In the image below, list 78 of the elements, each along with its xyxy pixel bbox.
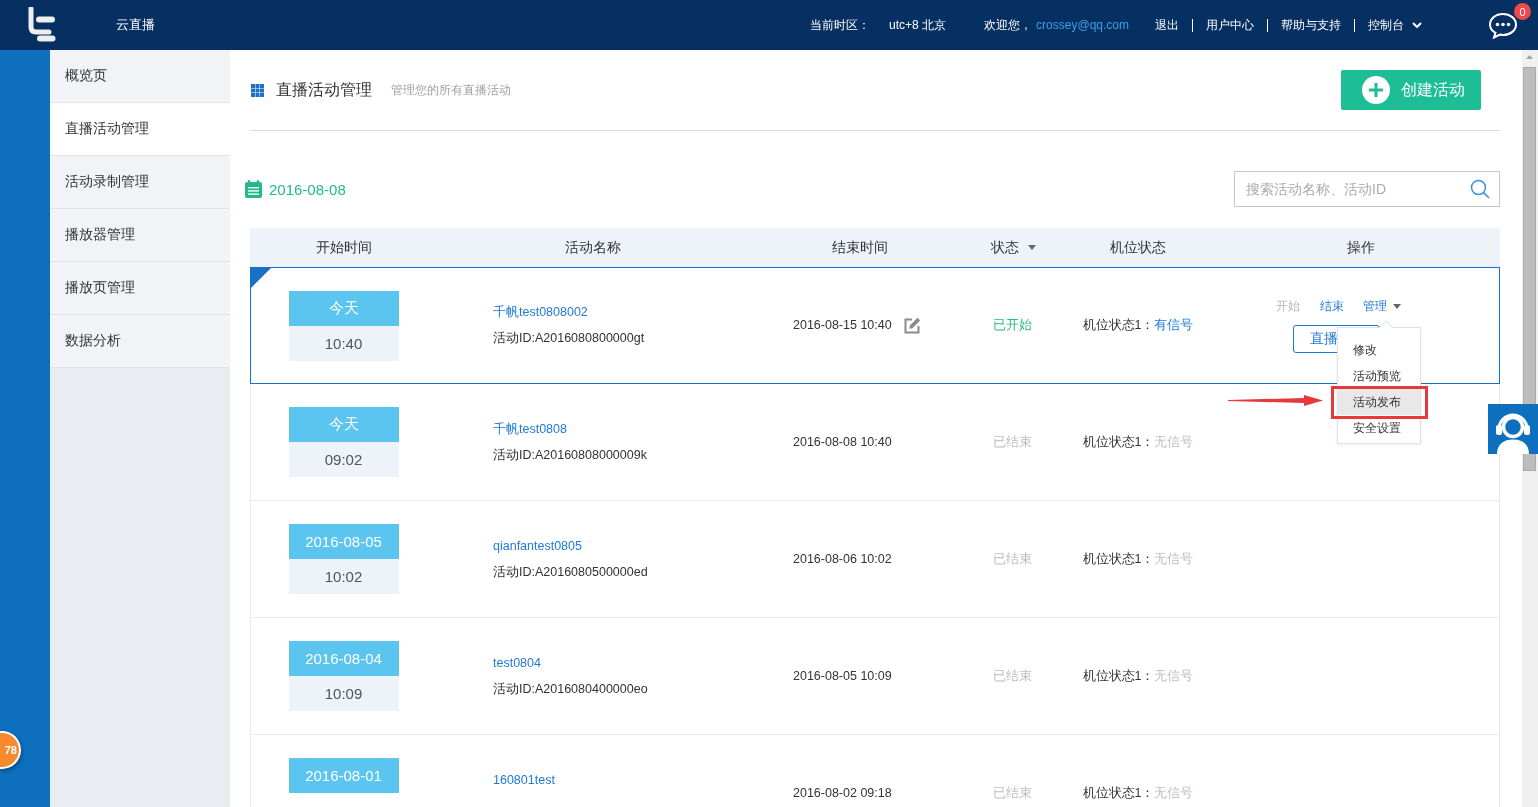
activity-name-link[interactable]: 千帆test0808 bbox=[493, 420, 567, 438]
grid-icon bbox=[251, 83, 264, 97]
nav-link[interactable]: 退出 bbox=[1155, 16, 1179, 34]
column-header: 活动名称 bbox=[565, 238, 621, 257]
activity-name-link[interactable]: 千帆test0808002 bbox=[493, 304, 588, 321]
end-time: 2016-08-05 10:09 bbox=[793, 667, 892, 685]
welcome-text: 欢迎您， bbox=[984, 16, 1033, 34]
nav-link[interactable]: 用户中心 bbox=[1206, 16, 1254, 34]
end-time: 2016-08-06 10:02 bbox=[793, 550, 892, 568]
search-field[interactable]: 搜索活动名称、活动ID bbox=[1234, 171, 1500, 207]
activity-id: 活动ID:A2016080800000gt bbox=[493, 330, 645, 347]
corner-triangle-icon bbox=[251, 268, 271, 288]
end-time: 2016-08-15 10:40 bbox=[793, 317, 892, 334]
column-header: 机位状态 bbox=[1110, 238, 1166, 257]
chat-icon[interactable] bbox=[1488, 11, 1518, 39]
start-time-label: 10:02 bbox=[288, 559, 399, 594]
camera-status: 机位状态1：无信号 bbox=[1082, 667, 1194, 685]
start-time-label: 10:40 bbox=[288, 325, 399, 361]
logo-icon[interactable] bbox=[28, 7, 56, 43]
status-text: 已结束 bbox=[992, 433, 1032, 451]
action-link[interactable]: 结束 bbox=[1320, 298, 1344, 314]
manage-link[interactable]: 管理 bbox=[1363, 298, 1401, 314]
column-header[interactable]: 状态 bbox=[988, 238, 1036, 257]
nav-link[interactable]: 帮助与支持 bbox=[1281, 16, 1341, 34]
status-text: 已结束 bbox=[992, 784, 1032, 802]
start-time-label: 10:09 bbox=[288, 676, 399, 711]
chevron-down-icon bbox=[1412, 22, 1422, 28]
camera-status: 机位状态1：无信号 bbox=[1082, 433, 1194, 451]
page-title: 直播活动管理 bbox=[276, 79, 372, 100]
table-row[interactable]: 2016-08-05 10:02 qianfantest0805 活动ID:A2016080500000ed 2016-08-06 10:02 已结束 机位状态1：无信号 bbox=[250, 501, 1500, 618]
column-header: 开始时间 bbox=[315, 238, 372, 257]
sidebar-item[interactable]: 播放页管理 bbox=[50, 262, 230, 315]
sidebar-item[interactable]: 概览页 bbox=[50, 50, 230, 103]
sidebar-item[interactable]: 播放器管理 bbox=[50, 209, 230, 262]
calendar-icon bbox=[245, 180, 262, 198]
camera-status: 机位状态1：无信号 bbox=[1082, 550, 1194, 568]
edit-icon[interactable] bbox=[902, 316, 921, 335]
start-date-label: 2016-08-05 bbox=[288, 524, 399, 559]
sidebar-item[interactable]: 数据分析 bbox=[50, 315, 230, 368]
console-menu[interactable]: 控制台 bbox=[1368, 16, 1422, 34]
start-date-label: 2016-08-04 bbox=[288, 641, 399, 676]
camera-status: 机位状态1：有信号 bbox=[1082, 317, 1194, 334]
plus-circle-icon bbox=[1362, 76, 1390, 104]
headset-agent-icon[interactable] bbox=[1488, 404, 1538, 454]
timezone-label: 当前时区： bbox=[810, 16, 871, 34]
search-icon[interactable] bbox=[1470, 179, 1490, 199]
end-time: 2016-08-08 10:40 bbox=[793, 433, 892, 451]
menu-item[interactable]: 安全设置 bbox=[1338, 415, 1420, 441]
notification-badge: 0 bbox=[1514, 3, 1531, 20]
activity-name-link[interactable]: 160801test bbox=[493, 771, 555, 789]
caret-icon bbox=[1027, 245, 1036, 250]
camera-status: 机位状态1：无信号 bbox=[1082, 784, 1194, 802]
activity-name-link[interactable]: test0804 bbox=[493, 654, 541, 672]
timezone-value: utc+8 北京 bbox=[889, 16, 947, 34]
caret-icon bbox=[1393, 303, 1401, 309]
start-date-label: 今天 bbox=[288, 407, 399, 442]
status-text: 已结束 bbox=[992, 667, 1032, 685]
column-header: 操作 bbox=[1346, 238, 1375, 257]
sidebar-item[interactable]: 活动录制管理 bbox=[50, 156, 230, 209]
table-row[interactable]: 2016-08-04 10:09 test0804 活动ID:A2016080400000eo 2016-08-05 10:09 已结束 机位状态1：无信号 bbox=[250, 618, 1500, 735]
menu-item[interactable]: 活动发布 bbox=[1338, 389, 1420, 415]
column-header: 结束时间 bbox=[832, 238, 888, 257]
activity-id: 活动ID:A2016080500000ed bbox=[493, 563, 648, 581]
page-subtitle: 管理您的所有直播活动 bbox=[391, 81, 511, 99]
date-heading: 2016-08-08 bbox=[269, 180, 346, 198]
activity-id: 活动ID:A2016080400000eo bbox=[493, 680, 648, 698]
status-text: 已开始 bbox=[992, 317, 1032, 334]
table-row[interactable]: 2016-08-01 160801test 2016-08-02 09:18 已结束 机位状态1：无信号 bbox=[250, 735, 1500, 807]
start-time-label: 09:02 bbox=[288, 442, 399, 477]
end-time: 2016-08-02 09:18 bbox=[793, 784, 892, 802]
activity-name-link[interactable]: qianfantest0805 bbox=[493, 537, 582, 555]
start-date-label: 今天 bbox=[288, 290, 399, 326]
status-text: 已结束 bbox=[992, 550, 1032, 568]
start-date-label: 2016-08-01 bbox=[288, 758, 399, 793]
user-email-link[interactable]: crossey@qq.com bbox=[1036, 18, 1129, 32]
sidebar-item[interactable]: 直播活动管理 bbox=[50, 103, 230, 156]
product-name: 云直播 bbox=[116, 16, 155, 34]
activity-id: 活动ID:A20160808000009k bbox=[493, 446, 647, 464]
